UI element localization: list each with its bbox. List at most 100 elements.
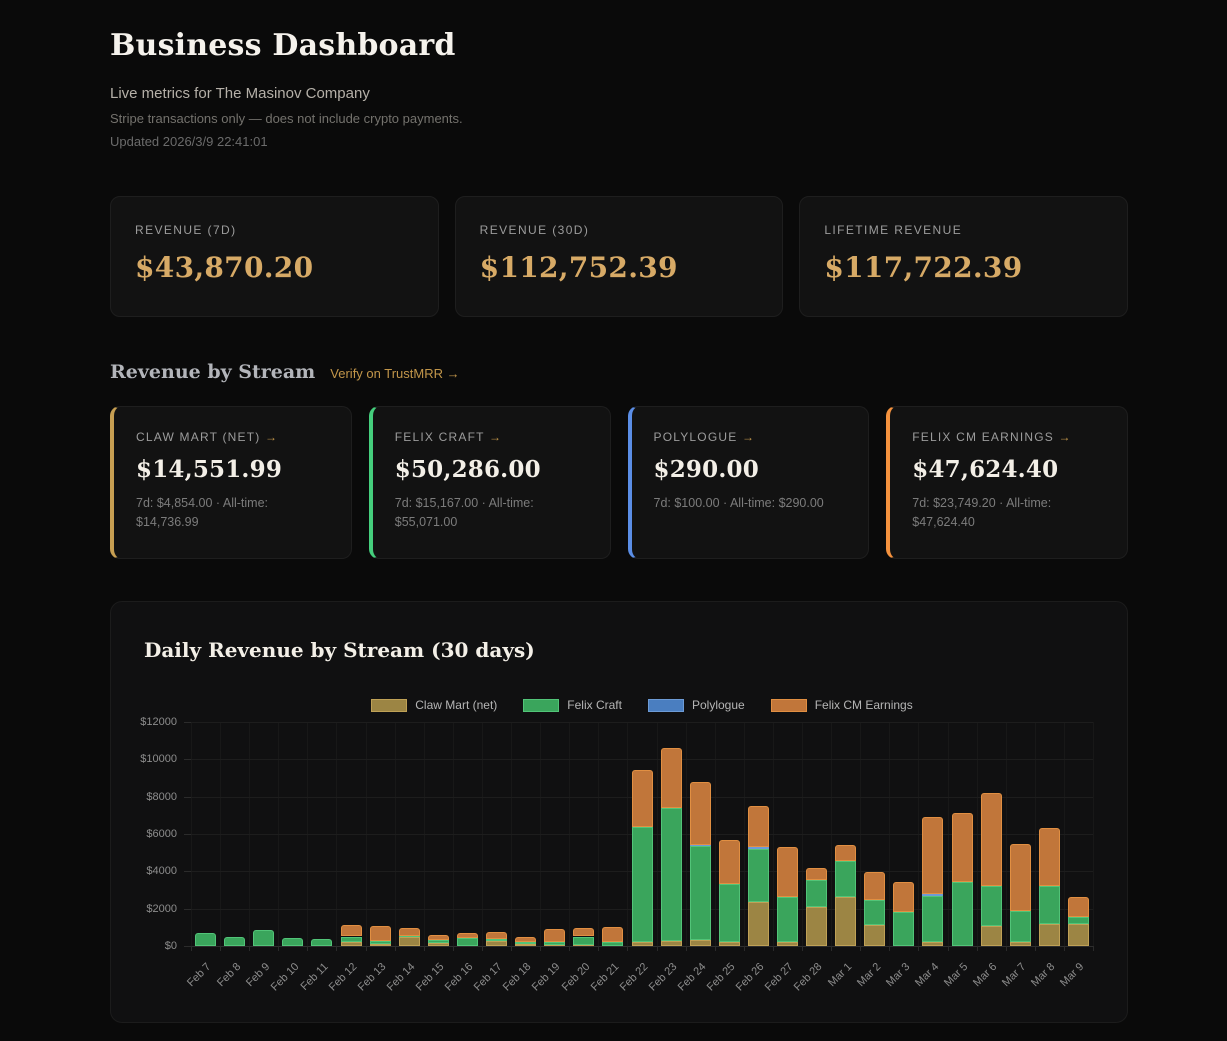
bar-segment[interactable]	[1068, 924, 1089, 946]
bar-segment[interactable]	[1068, 917, 1089, 924]
bar-segment[interactable]	[1010, 911, 1031, 943]
bar-segment[interactable]	[515, 937, 536, 942]
bar-segment[interactable]	[1039, 828, 1060, 886]
bar-segment[interactable]	[428, 940, 449, 943]
bar-segment[interactable]	[981, 926, 1002, 946]
bar-segment[interactable]	[893, 882, 914, 912]
bar-segment[interactable]	[748, 806, 769, 848]
bar-segment[interactable]	[632, 827, 653, 943]
bar-segment[interactable]	[195, 933, 216, 946]
x-axis-tick	[307, 946, 308, 951]
bar-segment[interactable]	[777, 897, 798, 942]
bar-segment[interactable]	[544, 929, 565, 942]
bar-segment[interactable]	[515, 942, 536, 944]
bar-segment[interactable]	[719, 840, 740, 885]
bar-segment[interactable]	[835, 845, 856, 861]
bar-segment[interactable]	[864, 900, 885, 925]
x-axis: Feb 7Feb 8Feb 9Feb 10Feb 11Feb 12Feb 13F…	[191, 946, 1093, 1016]
summary-card: REVENUE (30D)$112,752.39	[455, 196, 784, 317]
external-arrow-icon: →	[1059, 430, 1071, 444]
bar-segment[interactable]	[370, 941, 391, 944]
bar-segment[interactable]	[981, 886, 1002, 926]
bar-segment[interactable]	[952, 813, 973, 882]
x-axis-tick	[336, 946, 337, 951]
bar-segment[interactable]	[806, 880, 827, 907]
bar-segment[interactable]	[1039, 924, 1060, 946]
bar-segment[interactable]	[341, 925, 362, 936]
bar-segment[interactable]	[748, 847, 769, 849]
bar-segment[interactable]	[981, 793, 1002, 885]
bar-segment[interactable]	[457, 938, 478, 946]
bar-segment[interactable]	[719, 884, 740, 942]
bar-segment[interactable]	[777, 847, 798, 897]
bar-segment[interactable]	[835, 861, 856, 898]
bar-segment[interactable]	[952, 882, 973, 946]
bar-segment[interactable]	[922, 817, 943, 894]
x-axis-tick	[278, 946, 279, 951]
x-axis-label: Feb 13	[356, 961, 389, 994]
legend-item-claw-mart-net[interactable]: Claw Mart (net)	[371, 698, 497, 712]
bar-segment[interactable]	[661, 748, 682, 808]
x-axis-tick	[657, 946, 658, 951]
bar-segment[interactable]	[893, 912, 914, 946]
x-axis-label: Feb 20	[559, 961, 592, 994]
bar-segment[interactable]	[457, 933, 478, 938]
bar-segment[interactable]	[1068, 897, 1089, 918]
bar-segment[interactable]	[399, 928, 420, 935]
bar-segment[interactable]	[311, 939, 332, 946]
bar-segment[interactable]	[806, 907, 827, 946]
bar-segment[interactable]	[428, 935, 449, 940]
bar-segment[interactable]	[690, 782, 711, 845]
bar-segment[interactable]	[253, 930, 274, 946]
bar-segment[interactable]	[399, 937, 420, 946]
x-axis-tick	[977, 946, 978, 951]
bar-segment[interactable]	[573, 937, 594, 946]
bar-segment[interactable]	[602, 927, 623, 941]
legend-swatch-icon	[371, 699, 407, 712]
y-axis-label: $10000	[115, 753, 177, 765]
stream-card-link[interactable]: POLYLOGUE →	[654, 430, 847, 444]
stream-card-link[interactable]: FELIX CRAFT →	[395, 430, 588, 444]
stream-card-value: $290.00	[654, 456, 847, 483]
bar-segment[interactable]	[544, 942, 565, 945]
y-axis-tick	[184, 797, 191, 798]
bar-segment[interactable]	[1039, 886, 1060, 924]
bar-segment[interactable]	[224, 937, 245, 946]
bar-segment[interactable]	[282, 938, 303, 946]
bar-segment[interactable]	[341, 937, 362, 942]
trustmrr-link[interactable]: Verify on TrustMRR →	[330, 366, 459, 381]
bar-segment[interactable]	[922, 894, 943, 896]
bar-segment[interactable]	[835, 897, 856, 946]
bar-segment[interactable]	[690, 846, 711, 939]
bar-segment[interactable]	[486, 932, 507, 940]
bar-segment[interactable]	[1010, 844, 1031, 911]
x-axis-label: Feb 17	[472, 961, 505, 994]
bar-segment[interactable]	[864, 872, 885, 900]
x-axis-label: Feb 25	[705, 961, 738, 994]
legend-label: Felix CM Earnings	[815, 698, 913, 712]
x-axis-tick	[686, 946, 687, 951]
stream-card-link[interactable]: FELIX CM EARNINGS →	[912, 430, 1105, 444]
bar-segment[interactable]	[748, 849, 769, 902]
bar-segment[interactable]	[806, 868, 827, 880]
bar-segment[interactable]	[573, 928, 594, 936]
legend-item-polylogue[interactable]: Polylogue	[648, 698, 745, 712]
bar-segment[interactable]	[922, 896, 943, 942]
bar-segment[interactable]	[370, 926, 391, 941]
bar-segment[interactable]	[632, 770, 653, 827]
legend-item-felix-cm-earnings[interactable]: Felix CM Earnings	[771, 698, 913, 712]
external-arrow-icon: →	[489, 430, 501, 444]
x-axis-label: Feb 27	[763, 961, 796, 994]
stream-card-stats: 7d: $100.00 · All-time: $290.00	[654, 494, 847, 513]
summary-card-value: $117,722.39	[824, 251, 1103, 284]
bar-segment[interactable]	[748, 902, 769, 946]
bar-segment[interactable]	[864, 925, 885, 946]
x-axis-tick	[395, 946, 396, 951]
stream-card-label: FELIX CM EARNINGS	[912, 430, 1058, 444]
x-axis-label: Feb 28	[792, 961, 825, 994]
stream-card-link[interactable]: CLAW MART (NET) →	[136, 430, 329, 444]
x-axis-tick	[482, 946, 483, 951]
bar-segment[interactable]	[690, 844, 711, 846]
bar-segment[interactable]	[661, 808, 682, 941]
legend-item-felix-craft[interactable]: Felix Craft	[523, 698, 622, 712]
